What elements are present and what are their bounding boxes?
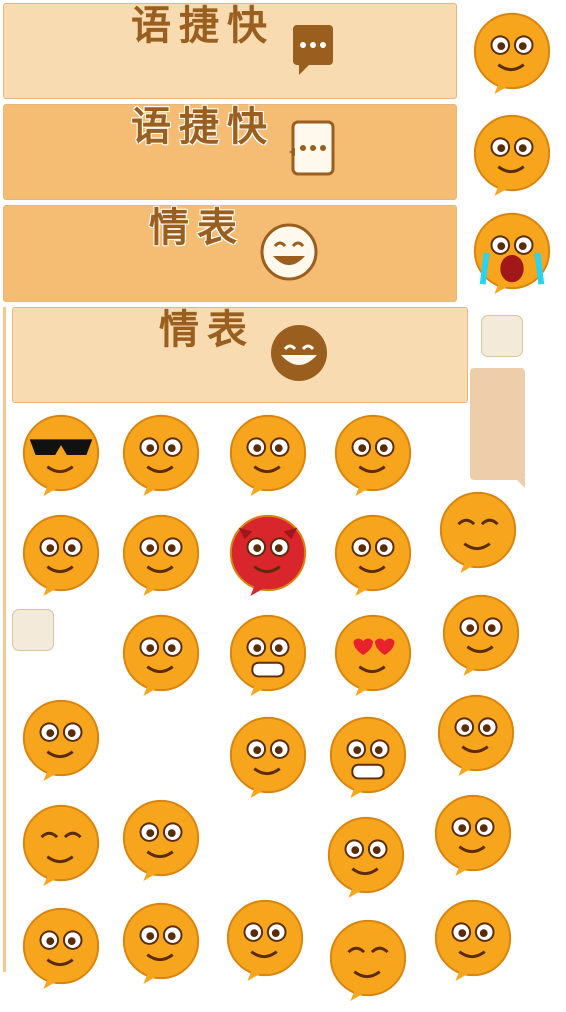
speech-bubble-icon bbox=[289, 118, 337, 186]
emoji-content-icon[interactable] bbox=[18, 800, 104, 886]
smiley-filled-icon bbox=[269, 323, 329, 387]
placeholder-square-top[interactable] bbox=[481, 315, 523, 357]
panel-divider bbox=[3, 307, 6, 972]
emoji-drooling-icon[interactable] bbox=[438, 590, 524, 676]
emoji-kiss-sweat-icon[interactable] bbox=[323, 812, 409, 898]
emoji-shock-eyes-icon[interactable] bbox=[118, 898, 204, 984]
chat-bubble-placeholder bbox=[470, 368, 525, 488]
emoji-card-a-icon[interactable] bbox=[430, 895, 516, 981]
emoji-devil-icon[interactable] bbox=[225, 510, 311, 596]
placeholder-square-left[interactable] bbox=[12, 609, 54, 651]
tab-emoji-1[interactable]: 表情 bbox=[3, 205, 457, 302]
tab-emoji-2[interactable]: 表情 bbox=[12, 307, 468, 403]
emoji-crying-shout-icon[interactable] bbox=[469, 208, 555, 294]
tab-quick-phrase-2[interactable]: 快捷语 bbox=[3, 104, 457, 200]
tab-quick-phrase-1[interactable]: 快捷语 bbox=[3, 3, 457, 99]
emoji-grinning-teeth-icon[interactable] bbox=[325, 712, 411, 798]
emoji-waving-icon[interactable] bbox=[225, 410, 311, 496]
emoji-broken-heart-icon[interactable] bbox=[118, 510, 204, 596]
emoji-big-laugh-icon[interactable] bbox=[222, 895, 308, 981]
tab-label: 表情 bbox=[152, 308, 246, 364]
emoji-sleepy-smile-icon[interactable] bbox=[325, 915, 411, 1001]
emoji-praying-incense-icon[interactable] bbox=[118, 610, 204, 696]
speech-bubble-icon bbox=[289, 21, 337, 81]
emoji-stunned-icon[interactable] bbox=[118, 795, 204, 881]
emoji-peek-hand-icon[interactable] bbox=[18, 903, 104, 989]
emoji-thumbs-up-wink-icon[interactable] bbox=[469, 8, 555, 94]
emoji-shy-cover-icon[interactable] bbox=[18, 695, 104, 781]
emoji-laughing-squint-icon[interactable] bbox=[435, 487, 521, 573]
smiley-outline-icon bbox=[259, 222, 319, 286]
tab-label: 快捷语 bbox=[124, 105, 266, 161]
emoji-tearful-icon[interactable] bbox=[330, 510, 416, 596]
emoji-smirk-shake-icon[interactable] bbox=[225, 712, 311, 798]
emoji-embarrassed-icon[interactable] bbox=[430, 790, 516, 876]
emoji-dizzy-icon[interactable] bbox=[469, 110, 555, 196]
tab-label: 快捷语 bbox=[124, 4, 266, 60]
tab-label: 表情 bbox=[142, 206, 236, 262]
emoji-angry-grit-icon[interactable] bbox=[225, 610, 311, 696]
emoji-heart-eyes-icon[interactable] bbox=[330, 610, 416, 696]
emoji-victory-wink-icon[interactable] bbox=[18, 510, 104, 596]
emoji-peeking-evil-icon[interactable] bbox=[330, 410, 416, 496]
emoji-pout-lips-icon[interactable] bbox=[433, 690, 519, 776]
emoji-angry-knife-icon[interactable] bbox=[118, 410, 204, 496]
emoji-sunglasses-icon[interactable] bbox=[18, 410, 104, 496]
